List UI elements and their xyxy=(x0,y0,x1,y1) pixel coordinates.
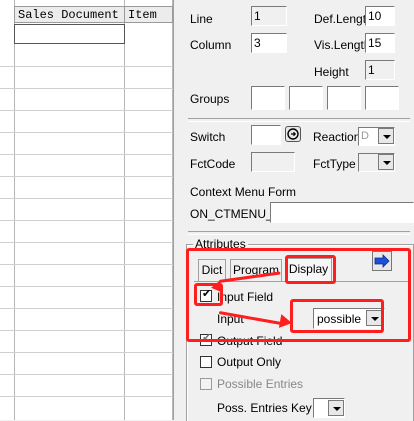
possible-entries-checkbox[interactable] xyxy=(200,378,212,390)
switch-label: Switch xyxy=(190,130,226,144)
chevron-down-icon[interactable] xyxy=(328,400,344,416)
output-only-checkbox[interactable] xyxy=(200,356,212,368)
selected-cell[interactable] xyxy=(14,24,125,44)
def-length-label: Def.Lengt xyxy=(314,12,367,26)
group-field-1[interactable] xyxy=(251,86,285,110)
switch-lookup-icon[interactable] xyxy=(285,126,301,142)
fcttype-select[interactable] xyxy=(358,153,395,172)
row-line xyxy=(0,396,173,397)
vis-length-label: Vis.Length xyxy=(314,38,371,52)
line-label: Line xyxy=(190,12,213,26)
row-line xyxy=(0,88,173,89)
reaction-select[interactable]: D xyxy=(358,127,395,146)
row-line xyxy=(0,132,173,133)
column-header-sales-document[interactable]: Sales Document xyxy=(14,6,125,23)
row-line xyxy=(0,352,173,353)
height-label: Height xyxy=(314,65,349,79)
row-selector-column xyxy=(14,0,15,420)
table-control-area: Sales Document Item xyxy=(0,0,173,420)
row-line xyxy=(0,286,173,287)
row-line xyxy=(0,110,173,111)
context-menu-field[interactable] xyxy=(270,202,414,223)
row-line xyxy=(0,66,173,67)
chevron-down-icon[interactable] xyxy=(378,154,394,170)
row-line xyxy=(0,154,173,155)
switch-field[interactable] xyxy=(251,125,281,145)
row-line xyxy=(0,242,173,243)
separator xyxy=(188,118,410,122)
def-length-field[interactable]: 10 xyxy=(365,6,395,26)
row-line xyxy=(0,220,173,221)
highlight-display-tab xyxy=(285,255,336,284)
line-field[interactable]: 1 xyxy=(251,6,287,26)
splitter[interactable] xyxy=(173,0,183,420)
row-line xyxy=(0,198,173,199)
chevron-down-icon[interactable] xyxy=(378,128,394,144)
separator xyxy=(188,231,410,235)
groups-label: Groups xyxy=(190,92,230,106)
fcttype-label: FctType xyxy=(313,157,356,171)
reaction-value: D xyxy=(361,130,369,142)
output-only-label: Output Only xyxy=(217,355,282,369)
possible-entries-label: Possible Entries xyxy=(217,377,304,391)
column-header-item[interactable]: Item xyxy=(124,6,173,23)
row-line xyxy=(0,264,173,265)
context-menu-prefix: ON_CTMENU_ xyxy=(190,207,273,221)
red-arrow-head-right-icon xyxy=(278,314,294,330)
column-label: Column xyxy=(190,38,232,52)
column-field[interactable]: 3 xyxy=(251,33,287,53)
reaction-label: Reaction xyxy=(313,130,361,144)
row-line xyxy=(0,308,173,309)
highlight-input-select xyxy=(290,299,384,333)
row-line xyxy=(0,374,173,375)
attributes-panel: Line 1 Def.Lengt 10 Column 3 Vis.Length … xyxy=(183,0,414,421)
column-divider xyxy=(124,0,125,420)
vis-length-field[interactable]: 15 xyxy=(365,33,395,53)
fctcode-field[interactable] xyxy=(251,152,295,172)
height-field[interactable]: 1 xyxy=(365,60,395,80)
fctcode-label: FctCode xyxy=(190,157,236,171)
group-field-2[interactable] xyxy=(289,86,323,110)
row-line xyxy=(0,330,173,331)
poss-entries-key-select[interactable] xyxy=(313,398,345,418)
group-field-3[interactable] xyxy=(327,86,361,110)
red-arrow-head-left-icon xyxy=(210,280,222,294)
row-line xyxy=(0,176,173,177)
group-field-4[interactable] xyxy=(365,86,399,110)
context-menu-label: Context Menu Form xyxy=(190,185,297,199)
poss-entries-key-label: Poss. Entries Key xyxy=(217,401,312,415)
